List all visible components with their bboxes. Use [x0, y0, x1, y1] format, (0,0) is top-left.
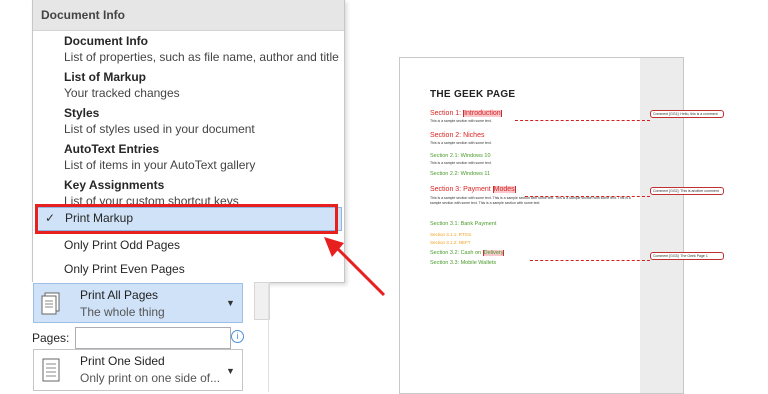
left-backstage-strip: [0, 0, 28, 392]
print-all-pages-dropdown[interactable]: Print All Pages The whole thing ▼: [33, 283, 243, 323]
menu-item-desc: List of items in your AutoText gallery: [64, 158, 256, 172]
heading-section-3-2: Section 3.2: Cash on Delivery: [430, 250, 505, 256]
menu-item-styles[interactable]: Styles List of styles used in your docum…: [64, 105, 342, 137]
commented-text: Delivery: [482, 250, 505, 256]
print-sided-dropdown[interactable]: Print One Sided Only print on one side o…: [33, 349, 243, 391]
dropdown-arrow-icon: ▼: [226, 366, 235, 376]
heading-section-3-1-2: Section 3.1.2: NEFT: [430, 240, 471, 245]
print-all-pages-title: Print All Pages: [80, 288, 159, 302]
menu-item-desc: Your tracked changes: [64, 86, 180, 100]
heading-section-2-2: Section 2.2: Windows 11: [430, 171, 491, 177]
menu-item-desc: List of styles used in your document: [64, 122, 255, 136]
menu-item-title: List of Markup: [64, 70, 147, 84]
heading-section-2-1: Section 2.1: Windows 10: [430, 153, 491, 159]
comment-balloon: Comment [GG3]: The Geek Page 1: [650, 252, 724, 260]
print-all-pages-subtitle: The whole thing: [80, 305, 165, 319]
comment-connector: [530, 260, 650, 261]
heading-section-3-1-1: Section 3.1.1: RTGS: [430, 232, 472, 237]
body-paragraph: This is a sample section with some text.…: [430, 196, 631, 205]
heading-text: Section 3.2: Cash on: [430, 250, 483, 256]
callout-highlight-box: [35, 204, 338, 234]
print-one-sided-title: Print One Sided: [80, 354, 165, 368]
pages-label: Pages:: [32, 331, 70, 345]
menu-item-list-of-markup[interactable]: List of Markup Your tracked changes: [64, 69, 342, 101]
document-title: THE GEEK PAGE: [430, 89, 516, 100]
callout-arrow-icon: [324, 237, 386, 297]
print-one-sided-subtitle: Only print on one side of...: [80, 371, 221, 385]
one-sided-page-icon: [42, 358, 60, 382]
body-paragraph: This is a sample section with some text.: [430, 141, 492, 145]
heading-section-2: Section 2: Niches: [430, 132, 485, 139]
print-preview-page: THE GEEK PAGE Section 1: Introduction Th…: [399, 57, 684, 394]
menu-item-title: Key Assignments: [64, 178, 165, 192]
print-pages-dropdown-menu: Document Info Document Info List of prop…: [32, 0, 345, 283]
markup-margin-pane: [640, 58, 683, 393]
commented-text: Introduction: [463, 110, 502, 117]
comment-connector: [515, 120, 650, 121]
comment-balloon: Comment [GG1]: Hello, this is a comment: [650, 110, 724, 118]
dropdown-arrow-icon: ▼: [226, 298, 235, 308]
menu-item-desc: List of properties, such as file name, a…: [64, 50, 339, 64]
info-icon[interactable]: i: [231, 330, 244, 343]
comment-balloon: Comment [GG2]: This is another comment: [650, 187, 724, 195]
pages-input[interactable]: [75, 327, 231, 349]
menu-item-document-info[interactable]: Document Info List of properties, such a…: [64, 33, 342, 65]
heading-text: Section 3: Payment: [430, 186, 493, 193]
menu-item-title: Styles: [64, 106, 100, 120]
comment-connector: [525, 196, 650, 197]
menu-item-title: Document Info: [64, 34, 148, 48]
pages-icon: [41, 292, 60, 315]
menu-section-header: Document Info: [33, 0, 344, 31]
commented-text: Modes: [492, 186, 516, 193]
menu-item-autotext-entries[interactable]: AutoText Entries List of items in your A…: [64, 141, 342, 173]
menu-item-odd-pages[interactable]: Only Print Odd Pages: [64, 238, 180, 252]
heading-section-3: Section 3: Payment Modes: [430, 186, 516, 193]
menu-item-even-pages[interactable]: Only Print Even Pages: [64, 262, 185, 276]
menu-item-title: AutoText Entries: [64, 142, 160, 156]
heading-section-3-3: Section 3.3: Mobile Wallets: [430, 260, 497, 266]
heading-text: Section 1:: [430, 110, 464, 117]
panel-divider: [268, 282, 269, 392]
body-paragraph: This is a sample section with some text.: [430, 161, 492, 165]
heading-section-3-1: Section 3.1: Bank Payment: [430, 221, 497, 227]
heading-section-1: Section 1: Introduction: [430, 110, 502, 117]
